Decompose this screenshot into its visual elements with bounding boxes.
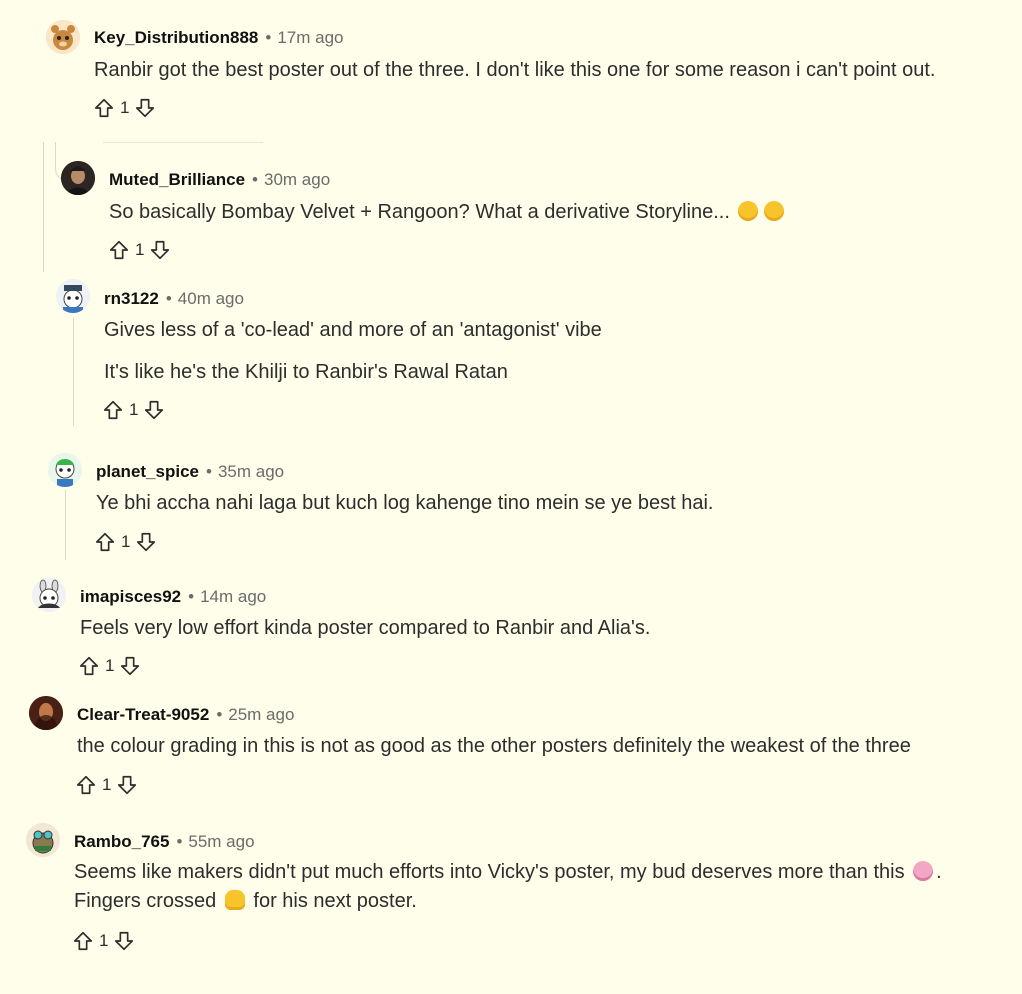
comment-line: Fingers crossed for his next poster.: [74, 887, 942, 916]
user-avatar[interactable]: [61, 161, 95, 195]
downvote-icon[interactable]: [134, 530, 158, 554]
upvote-icon[interactable]: [77, 654, 101, 678]
meta-separator: •: [265, 28, 272, 47]
comment-paragraph: Gives less of a 'co-lead' and more of an…: [104, 319, 602, 341]
comment-author[interactable]: Rambo_765: [74, 832, 169, 851]
downvote-icon[interactable]: [142, 398, 166, 422]
snoo-green-avatar-icon: [48, 453, 82, 487]
snoo-bunny-avatar-icon: [32, 578, 66, 612]
vote-score: 1: [99, 931, 109, 950]
user-avatar[interactable]: [56, 279, 90, 313]
meta-separator: •: [216, 705, 223, 724]
comment-author[interactable]: Muted_Brilliance: [109, 170, 245, 189]
comment-text: Fingers crossed: [74, 890, 217, 912]
thread-line: [43, 142, 44, 272]
comment-body: the colour grading in this is not as goo…: [77, 735, 911, 757]
comment-timestamp[interactable]: 25m ago: [228, 705, 294, 724]
vote-score: 1: [102, 775, 112, 794]
vote-controls: 1: [71, 929, 136, 953]
eye-roll-emoji-icon: [738, 201, 759, 221]
comment-text: for his next poster.: [253, 890, 417, 912]
comment-text: .: [936, 861, 942, 883]
comment-paragraph: It's like he's the Khilji to Ranbir's Ra…: [104, 361, 508, 383]
meta-separator: •: [206, 462, 212, 481]
comment-timestamp[interactable]: 30m ago: [264, 170, 330, 189]
comment-author[interactable]: Key_Distribution888: [94, 28, 258, 47]
photo-avatar-icon: [29, 696, 63, 730]
downvote-icon[interactable]: [112, 929, 136, 953]
comment-body: Feels very low effort kinda poster compa…: [80, 617, 651, 639]
comment-line: Seems like makers didn't put much effort…: [74, 858, 942, 887]
loudly-crying-emoji-icon: [913, 861, 934, 881]
meta-separator: •: [188, 587, 195, 606]
meta-separator: •: [176, 832, 183, 851]
vote-controls: 1: [74, 773, 139, 797]
comment-author[interactable]: Clear-Treat-9052: [77, 705, 209, 724]
upvote-icon[interactable]: [71, 929, 95, 953]
upvote-icon[interactable]: [107, 238, 131, 262]
user-avatar[interactable]: [46, 20, 80, 54]
thread-line: [65, 490, 66, 560]
comment-timestamp[interactable]: 40m ago: [178, 289, 244, 308]
vote-score: 1: [121, 532, 131, 551]
user-avatar[interactable]: [32, 578, 66, 612]
vote-controls: 1: [101, 398, 166, 422]
thread-line: [73, 318, 74, 426]
snoo-bear-avatar-icon: [46, 20, 80, 54]
comment-body: Ye bhi accha nahi laga but kuch log kahe…: [96, 492, 714, 514]
thread-line: [103, 142, 263, 143]
upvote-icon[interactable]: [93, 530, 117, 554]
vote-controls: 1: [107, 238, 172, 262]
meta-separator: •: [252, 170, 258, 189]
comment-body: Ranbir got the best poster out of the th…: [94, 59, 936, 81]
raised-eyebrow-emoji-icon: [764, 201, 785, 221]
vote-score: 1: [135, 240, 145, 259]
downvote-icon[interactable]: [118, 654, 142, 678]
downvote-icon[interactable]: [115, 773, 139, 797]
comment-timestamp[interactable]: 55m ago: [188, 832, 254, 851]
vote-controls: 1: [77, 654, 142, 678]
user-avatar[interactable]: [26, 823, 60, 857]
upvote-icon[interactable]: [74, 773, 98, 797]
comment-body: So basically Bombay Velvet + Rangoon? Wh…: [109, 198, 787, 227]
vote-controls: 1: [92, 96, 157, 120]
upvote-icon[interactable]: [101, 398, 125, 422]
comment-timestamp[interactable]: 17m ago: [277, 28, 343, 47]
snoo-goggles-avatar-icon: [26, 823, 60, 857]
comment-timestamp[interactable]: 14m ago: [200, 587, 266, 606]
photo-avatar-icon: [61, 161, 95, 195]
comment-author[interactable]: planet_spice: [96, 462, 199, 481]
comment-text: So basically Bombay Velvet + Rangoon? Wh…: [109, 201, 730, 223]
downvote-icon[interactable]: [148, 238, 172, 262]
comment-body: Gives less of a 'co-lead' and more of an…: [104, 316, 602, 387]
comment-text: Seems like makers didn't put much effort…: [74, 861, 905, 883]
vote-score: 1: [105, 656, 115, 675]
crossed-fingers-emoji-icon: [224, 890, 245, 910]
snoo-hat-avatar-icon: [56, 279, 90, 313]
meta-separator: •: [165, 289, 172, 308]
user-avatar[interactable]: [48, 453, 82, 487]
comment-timestamp[interactable]: 35m ago: [218, 462, 284, 481]
comment-author[interactable]: rn3122: [104, 289, 159, 308]
downvote-icon[interactable]: [133, 96, 157, 120]
comment-body: Seems like makers didn't put much effort…: [74, 858, 942, 916]
vote-score: 1: [120, 98, 130, 117]
comment-author[interactable]: imapisces92: [80, 587, 181, 606]
user-avatar[interactable]: [29, 696, 63, 730]
upvote-icon[interactable]: [92, 96, 116, 120]
vote-controls: 1: [93, 530, 158, 554]
vote-score: 1: [129, 400, 139, 419]
